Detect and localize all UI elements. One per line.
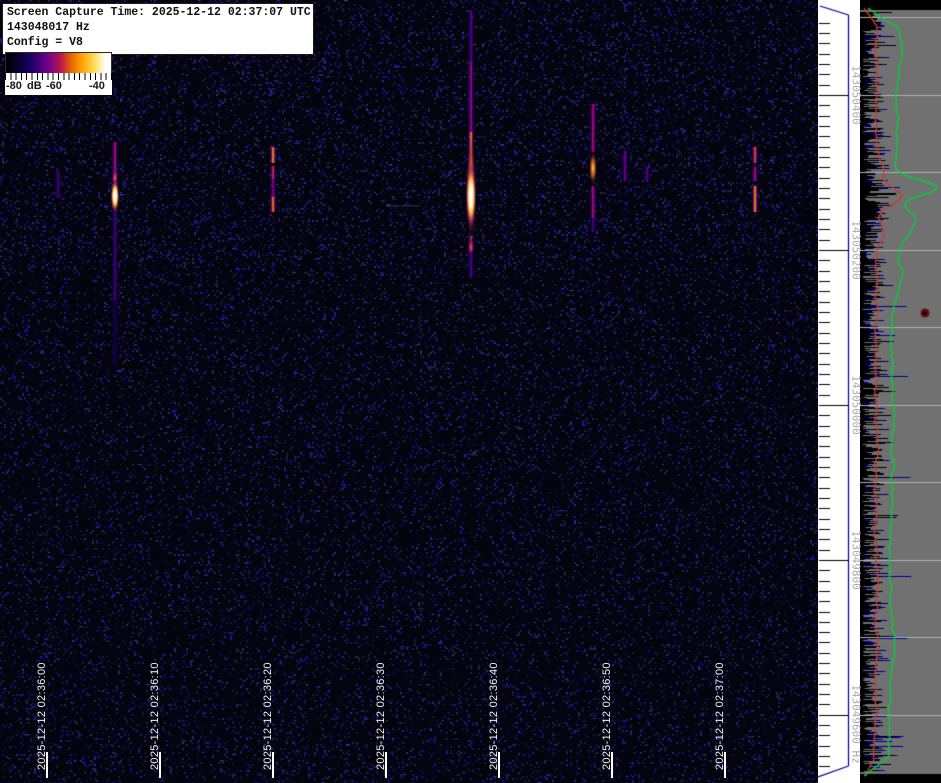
color-scale-labels: -80 dB -60 -40 [5,80,112,95]
spectrum-lab-capture: Screen Capture Time: 2025-12-12 02:37:07… [0,0,941,783]
time-axis-label: 2025-12-12 02:36:00 [36,662,49,770]
frequency-axis-label: 143049600 Hz [850,684,863,763]
frequency-axis-label: 143049800 [850,530,863,590]
capture-info-box: Screen Capture Time: 2025-12-12 02:37:07… [2,3,314,55]
capture-time-text: Screen Capture Time: 2025-12-12 02:37:07… [7,6,309,21]
time-axis-label: 2025-12-12 02:37:00 [714,662,727,770]
amplitude-color-scale: -80 dB -60 -40 [5,52,112,95]
waterfall-spectrogram [0,0,818,783]
time-axis-label: 2025-12-12 02:36:20 [262,662,275,770]
scale-min-label: -80 [6,80,22,92]
frequency-axis-label: 143050200 [850,220,863,280]
config-text: Config = V8 [7,36,309,51]
time-axis-label: 2025-12-12 02:36:10 [149,662,162,770]
color-gradient-bar [5,52,112,73]
spectrum-graph-panel [860,0,941,783]
color-scale-ticks [5,73,112,80]
frequency-axis-label: 143050000 [850,375,863,435]
time-axis-label: 2025-12-12 02:36:40 [488,662,501,770]
frequency-axis-label: 143050400 [850,65,863,125]
time-axis-label: 2025-12-12 02:36:50 [601,662,614,770]
scale-unit-label: dB [27,80,42,92]
time-axis-label: 2025-12-12 02:36:30 [375,662,388,770]
scale-max-label: -40 [89,80,105,92]
center-frequency-text: 143048017 Hz [7,21,309,36]
scale-mid-label: -60 [46,80,62,92]
